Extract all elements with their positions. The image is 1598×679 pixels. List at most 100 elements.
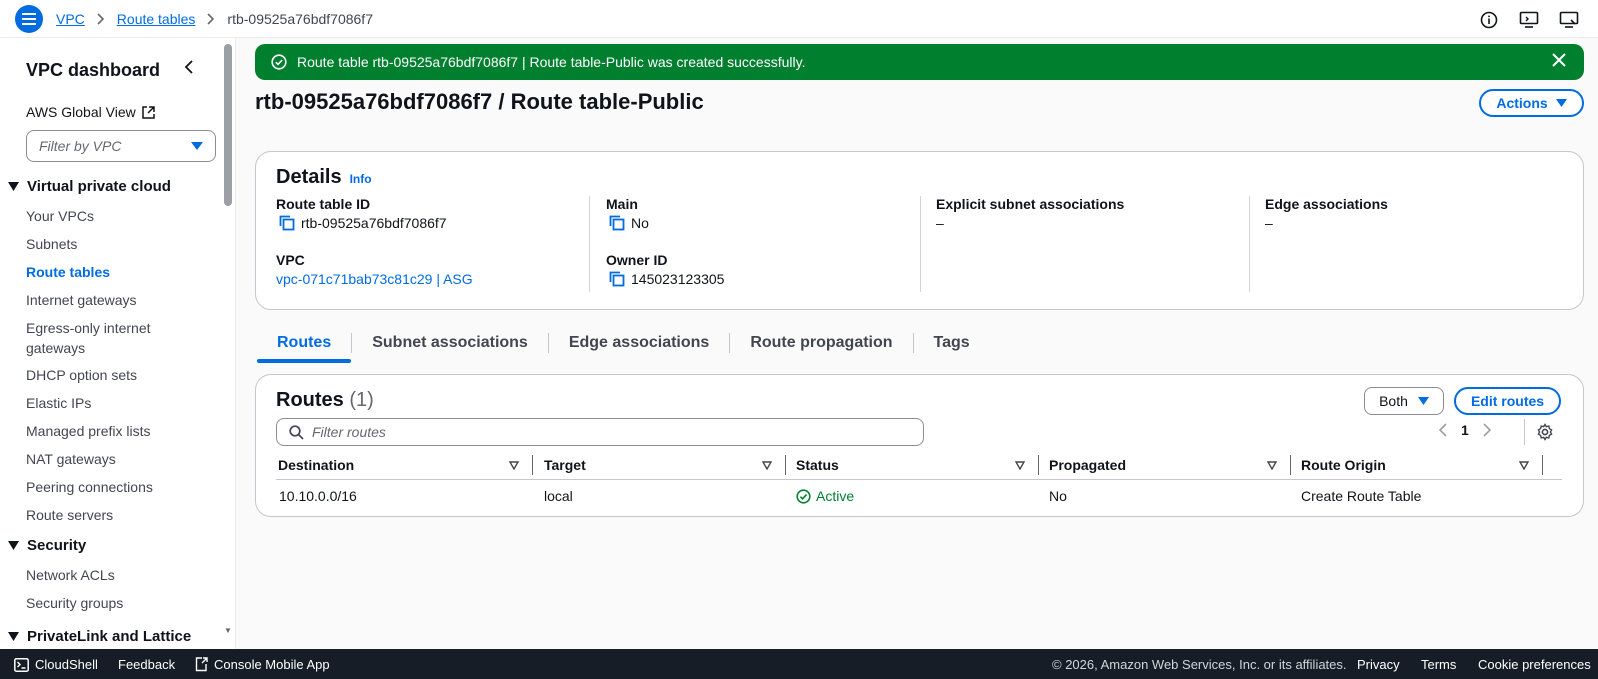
tab-route-propagation[interactable]: Route propagation bbox=[730, 326, 912, 360]
info-icon[interactable] bbox=[1478, 9, 1500, 31]
settings-gear-icon[interactable] bbox=[1524, 419, 1564, 445]
pagination: 1 bbox=[1439, 422, 1491, 438]
status-success-icon bbox=[796, 488, 811, 504]
actions-label: Actions bbox=[1496, 95, 1548, 111]
owner-id-text: 145023123305 bbox=[631, 271, 725, 287]
page-title: rtb-09525a76bdf7086f7 / Route table-Publ… bbox=[255, 89, 704, 114]
hamburger-menu-button[interactable] bbox=[15, 5, 43, 33]
feedback-icon[interactable] bbox=[1518, 9, 1540, 31]
column-header-route-origin[interactable]: Route Origin bbox=[1301, 457, 1386, 473]
sort-icon[interactable] bbox=[1015, 461, 1025, 470]
sidebar-title: VPC dashboard bbox=[26, 60, 161, 80]
main-value: No bbox=[609, 215, 649, 231]
column-separator bbox=[785, 455, 786, 475]
route-table-id-value: rtb-09525a76bdf7086f7 bbox=[279, 215, 447, 231]
info-link[interactable]: Info bbox=[350, 172, 372, 186]
owner-id-value: 145023123305 bbox=[609, 271, 724, 287]
sidebar-scrollbar[interactable] bbox=[224, 44, 232, 206]
sidebar-item-internet-gateways[interactable]: Internet gateways bbox=[26, 290, 186, 310]
cloudshell-label: CloudShell bbox=[35, 657, 98, 672]
filter-placeholder: Filter by VPC bbox=[39, 138, 122, 154]
column-header-destination[interactable]: Destination bbox=[278, 457, 354, 473]
cell-destination: 10.10.0.0/16 bbox=[279, 488, 357, 504]
sort-icon[interactable] bbox=[762, 461, 772, 470]
cloudshell-button[interactable]: CloudShell bbox=[14, 657, 98, 672]
tab-subnet-associations[interactable]: Subnet associations bbox=[352, 326, 548, 360]
close-icon[interactable] bbox=[1552, 53, 1566, 70]
vpc-link[interactable]: vpc-071c71bab73c81c29 | ASG bbox=[276, 271, 473, 287]
column-label: Destination bbox=[278, 457, 355, 473]
chevron-right-icon[interactable] bbox=[1483, 423, 1491, 437]
sort-icon[interactable] bbox=[509, 461, 519, 470]
main-label: Main bbox=[606, 196, 638, 212]
breadcrumb: VPC Route tables rtb-09525a76bdf7086f7 bbox=[56, 11, 373, 27]
sidebar-section-vpc[interactable]: Virtual private cloud bbox=[8, 178, 171, 195]
sidebar-item-global-view[interactable]: AWS Global View bbox=[26, 104, 155, 120]
console-mobile-app-link[interactable]: Console Mobile App bbox=[195, 657, 330, 672]
search-icon bbox=[289, 424, 304, 440]
details-header: Details Info bbox=[276, 166, 372, 189]
column-separator bbox=[1038, 455, 1039, 475]
routes-count: (1) bbox=[349, 389, 374, 411]
sidebar-section-security[interactable]: Security bbox=[8, 537, 86, 554]
feedback-link[interactable]: Feedback bbox=[118, 657, 175, 672]
main-value-text: No bbox=[631, 215, 649, 231]
cookie-preferences-link[interactable]: Cookie preferences bbox=[1478, 657, 1591, 672]
privacy-link[interactable]: Privacy bbox=[1357, 657, 1400, 672]
sidebar-item-your-vpcs[interactable]: Your VPCs bbox=[26, 206, 186, 226]
sidebar-item-subnets[interactable]: Subnets bbox=[26, 234, 186, 254]
column-divider bbox=[920, 196, 921, 292]
copyright-text: © 2026, Amazon Web Services, Inc. or its… bbox=[1052, 657, 1347, 672]
console-icon[interactable] bbox=[1558, 9, 1580, 31]
sort-icon[interactable] bbox=[1267, 461, 1277, 470]
column-divider bbox=[1249, 196, 1250, 292]
sidebar-item-managed-prefix-lists[interactable]: Managed prefix lists bbox=[26, 421, 186, 441]
column-label: Propagated bbox=[1049, 457, 1127, 473]
edit-routes-button[interactable]: Edit routes bbox=[1454, 387, 1561, 415]
filter-routes-input[interactable]: Filter routes bbox=[276, 418, 924, 446]
breadcrumb-route-tables[interactable]: Route tables bbox=[117, 11, 196, 27]
top-navigation-bar: VPC Route tables rtb-09525a76bdf7086f7 bbox=[0, 0, 1598, 38]
caret-down-icon bbox=[1555, 99, 1567, 107]
filter-routes-placeholder: Filter routes bbox=[312, 424, 386, 440]
sidebar-item-route-servers[interactable]: Route servers bbox=[26, 505, 186, 525]
copy-icon[interactable] bbox=[609, 215, 625, 231]
sidebar-item-elastic-ips[interactable]: Elastic IPs bbox=[26, 393, 186, 413]
explicit-subnet-value: – bbox=[936, 215, 944, 231]
sidebar-item-dhcp-option-sets[interactable]: DHCP option sets bbox=[26, 365, 186, 385]
chevron-left-icon[interactable] bbox=[1439, 423, 1447, 437]
sort-icon[interactable] bbox=[1519, 461, 1529, 470]
copy-icon[interactable] bbox=[609, 271, 625, 287]
chevron-left-icon[interactable] bbox=[184, 60, 194, 77]
page-number[interactable]: 1 bbox=[1461, 422, 1469, 438]
footer-bar: CloudShell Feedback Console Mobile App ©… bbox=[0, 649, 1598, 679]
filter-by-vpc-select[interactable]: Filter by VPC bbox=[26, 130, 216, 162]
flash-message: Route table rtb-09525a76bdf7086f7 | Rout… bbox=[297, 54, 806, 70]
tab-routes[interactable]: Routes bbox=[257, 326, 352, 363]
sidebar-section-privatelink[interactable]: PrivateLink and Lattice bbox=[8, 628, 191, 645]
sidebar-item-security-groups[interactable]: Security groups bbox=[26, 593, 186, 613]
caret-down-icon bbox=[8, 541, 19, 550]
tab-edge-associations[interactable]: Edge associations bbox=[549, 326, 730, 360]
column-header-target[interactable]: Target bbox=[544, 457, 586, 473]
copy-icon[interactable] bbox=[279, 215, 295, 231]
details-title: Details bbox=[276, 166, 342, 188]
sidebar-item-network-acls[interactable]: Network ACLs bbox=[26, 565, 186, 585]
route-table-id-text: rtb-09525a76bdf7086f7 bbox=[301, 215, 447, 231]
sidebar-item-nat-gateways[interactable]: NAT gateways bbox=[26, 449, 186, 469]
sidebar-item-egress-only-gateways[interactable]: Egress-only internet gateways bbox=[26, 318, 166, 358]
actions-button[interactable]: Actions bbox=[1479, 89, 1584, 117]
route-filter-select[interactable]: Both bbox=[1364, 387, 1444, 415]
scroll-down-icon[interactable]: ▼ bbox=[224, 626, 232, 635]
column-header-status[interactable]: Status bbox=[796, 457, 839, 473]
menu-icon bbox=[22, 13, 36, 25]
sidebar-item-label: AWS Global View bbox=[26, 104, 136, 120]
column-header-propagated[interactable]: Propagated bbox=[1049, 457, 1126, 473]
terms-link[interactable]: Terms bbox=[1421, 657, 1456, 672]
success-check-icon bbox=[271, 54, 287, 70]
sidebar-item-route-tables[interactable]: Route tables bbox=[26, 262, 186, 282]
tab-tags[interactable]: Tags bbox=[914, 326, 990, 360]
sidebar-item-peering-connections[interactable]: Peering connections bbox=[26, 477, 186, 497]
caret-down-icon bbox=[8, 182, 19, 191]
breadcrumb-vpc[interactable]: VPC bbox=[56, 11, 85, 27]
